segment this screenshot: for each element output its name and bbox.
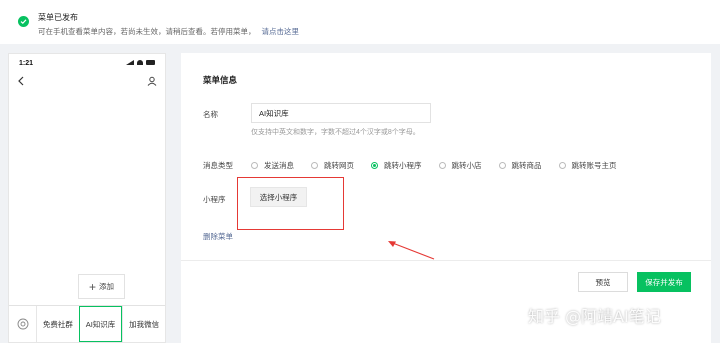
battery-icon xyxy=(146,60,155,65)
radio-circle xyxy=(251,162,258,169)
save-publish-button[interactable]: 保存并发布 xyxy=(637,272,691,292)
notice-desc: 可在手机查看菜单内容，若尚未生效，请稍后查看。若停用菜单， 请点击这里 xyxy=(38,26,299,37)
annotation-arrow-icon xyxy=(388,241,435,260)
mini-program-label: 小程序 xyxy=(203,195,226,204)
radio-circle xyxy=(311,162,318,169)
footer-divider xyxy=(181,260,711,261)
add-menu-label: 添加 xyxy=(99,282,114,291)
radio-circle xyxy=(371,162,378,169)
menu-tab-add-wechat[interactable]: 加我微信 xyxy=(122,306,165,342)
radio-label: 发送消息 xyxy=(264,161,294,170)
radio-label: 跳转商品 xyxy=(511,161,542,170)
plus-icon: + xyxy=(88,279,96,294)
radio-label: 跳转小店 xyxy=(451,161,482,170)
radio-circle xyxy=(558,162,566,169)
check-circle-icon xyxy=(18,16,29,27)
radio-jump-webpage[interactable]: 跳转网页 xyxy=(311,160,354,171)
keyboard-icon[interactable] xyxy=(9,306,36,342)
radio-jump-shop[interactable]: 跳转小店 xyxy=(438,160,482,171)
signal-icon xyxy=(126,60,134,65)
radio-send-message[interactable]: 发送消息 xyxy=(251,160,294,171)
message-type-label: 消息类型 xyxy=(203,161,233,170)
menu-tab-free-group[interactable]: 免费社群 xyxy=(36,306,79,342)
back-arrow-icon[interactable] xyxy=(17,76,25,88)
notice-desc-text: 可在手机查看菜单内容，若尚未生效，请稍后查看。若停用菜单， xyxy=(38,27,256,36)
preview-button[interactable]: 预览 xyxy=(578,272,628,292)
radio-circle xyxy=(498,162,506,169)
notice-link[interactable]: 请点击这里 xyxy=(262,27,300,36)
radio-jump-miniprogram[interactable]: 跳转小程序 xyxy=(371,160,422,171)
name-hint: 仅支持中英文和数字，字数不超过4个汉字或8个字母。 xyxy=(251,129,420,136)
add-menu-button[interactable]: + 添加 xyxy=(78,274,125,299)
menu-name-input[interactable]: AI知识库 xyxy=(251,103,431,123)
notice-title: 菜单已发布 xyxy=(38,13,78,22)
wifi-icon xyxy=(137,60,143,65)
person-icon[interactable] xyxy=(147,76,157,88)
watermark: 知乎 @阿靖AI笔记 xyxy=(528,307,661,326)
menu-bar: 免费社群 AI知识库 加我微信 xyxy=(9,305,165,342)
radio-circle xyxy=(438,162,446,169)
publish-notice: 菜单已发布 可在手机查看菜单内容，若尚未生效，请稍后查看。若停用菜单， 请点击这里 xyxy=(0,0,720,44)
radio-label: 跳转小程序 xyxy=(384,161,422,170)
card-title: 菜单信息 xyxy=(203,75,238,85)
status-icons xyxy=(126,60,155,65)
select-miniprogram-button[interactable]: 选择小程序 xyxy=(250,187,307,207)
message-type-group: 发送消息 跳转网页 跳转小程序 跳转小店 跳转商品 跳转账号主页 xyxy=(251,160,634,171)
radio-jump-product[interactable]: 跳转商品 xyxy=(498,160,542,171)
menu-tab-ai-knowledge[interactable]: AI知识库 xyxy=(78,306,123,342)
menu-info-card: 菜单信息 名称 AI知识库 仅支持中英文和数字，字数不超过4个汉字或8个字母。 … xyxy=(181,53,711,343)
name-label: 名称 xyxy=(203,110,218,119)
radio-label: 跳转网页 xyxy=(324,161,354,170)
phone-preview: 1:21 + 添加 免费社群 AI知识库 加我微信 xyxy=(8,53,166,343)
radio-jump-account-home[interactable]: 跳转账号主页 xyxy=(558,160,617,171)
status-time: 1:21 xyxy=(19,60,34,67)
radio-label: 跳转账号主页 xyxy=(571,161,617,170)
delete-menu-link[interactable]: 删除菜单 xyxy=(203,231,233,242)
